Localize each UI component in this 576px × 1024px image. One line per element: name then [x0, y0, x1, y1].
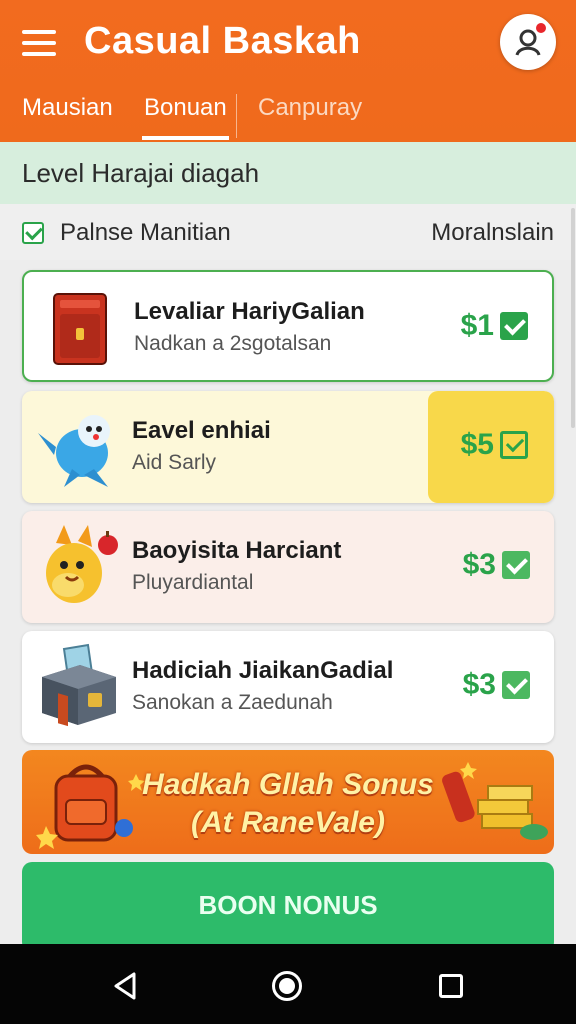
bonus-button[interactable]: BOON NONUS — [22, 862, 554, 952]
tab-divider — [236, 94, 237, 138]
checkmark-icon — [500, 431, 528, 459]
treasure-chest-icon — [42, 643, 116, 727]
checkmark-icon — [500, 312, 528, 340]
card-title: Hadiciah JiaikanGadial — [132, 657, 394, 684]
level-text: Level Harajai diagah — [22, 158, 260, 188]
home-circle-icon[interactable] — [272, 971, 302, 1001]
card-title: Baoyisita Harciant — [132, 537, 342, 564]
level-banner: Level Harajai diagah — [0, 142, 576, 204]
app-title: Casual Baskah — [84, 20, 361, 62]
card-price[interactable]: $3 — [463, 665, 530, 705]
tab-canpuray[interactable]: Canpuray — [258, 88, 362, 142]
tab-bar: Mausian Bonuan Canpuray — [0, 88, 576, 142]
back-triangle-icon[interactable] — [112, 971, 138, 1001]
reward-card[interactable]: Baoyisita Harciant Pluyardiantal $3 — [22, 511, 554, 623]
reward-card[interactable]: Levaliar HariyGalian Nadkan a 2sgotalsan… — [22, 270, 554, 382]
card-price[interactable]: $5 — [461, 425, 528, 465]
card-title: Eavel enhiai — [132, 417, 271, 444]
card-price[interactable]: $3 — [463, 545, 530, 585]
price-text: $1 — [460, 309, 494, 342]
card-subtitle: Sanokan a Zaedunah — [132, 691, 333, 714]
red-mailbox-icon — [53, 293, 107, 365]
card-subtitle: Pluyardiantal — [132, 571, 254, 594]
promo-banner[interactable]: Hadkah Gllah Sonus (At RaneVale) — [22, 750, 554, 854]
system-navigation-bar — [0, 944, 576, 1024]
checkmark-icon — [502, 671, 530, 699]
card-subtitle: Aid Sarly — [132, 451, 217, 474]
yellow-fox-icon — [46, 525, 118, 603]
user-avatar-button[interactable] — [500, 14, 556, 70]
scrollbar[interactable] — [571, 208, 575, 428]
filter-row: Palnse Manitian Moralnslain — [0, 204, 576, 260]
tab-bonuan[interactable]: Bonuan — [142, 88, 229, 142]
price-text: $5 — [460, 428, 494, 461]
recent-apps-square-icon[interactable] — [439, 974, 463, 998]
checkmark-icon — [502, 551, 530, 579]
reward-card[interactable]: Eavel enhiai Aid Sarly $5 — [22, 391, 554, 503]
card-subtitle: Nadkan a 2sgotalsan — [134, 332, 332, 355]
hamburger-menu-icon[interactable] — [22, 30, 56, 56]
price-text: $3 — [462, 548, 496, 581]
notification-dot — [536, 23, 546, 33]
filter-checkbox[interactable] — [22, 222, 44, 244]
filter-label: Palnse Manitian — [60, 219, 231, 246]
reward-card[interactable]: Hadiciah JiaikanGadial Sanokan a Zaeduna… — [22, 631, 554, 743]
gold-bars-icon — [442, 762, 548, 840]
filter-right-text[interactable]: Moralnslain — [431, 219, 554, 247]
tab-mausian[interactable]: Mausian — [22, 88, 113, 142]
card-price[interactable]: $1 — [461, 306, 528, 346]
card-title: Levaliar HariyGalian — [134, 298, 365, 325]
blue-bird-icon — [38, 415, 110, 487]
app-header: Casual Baskah Mausian Bonuan Canpuray — [0, 0, 576, 142]
price-text: $3 — [462, 668, 496, 701]
